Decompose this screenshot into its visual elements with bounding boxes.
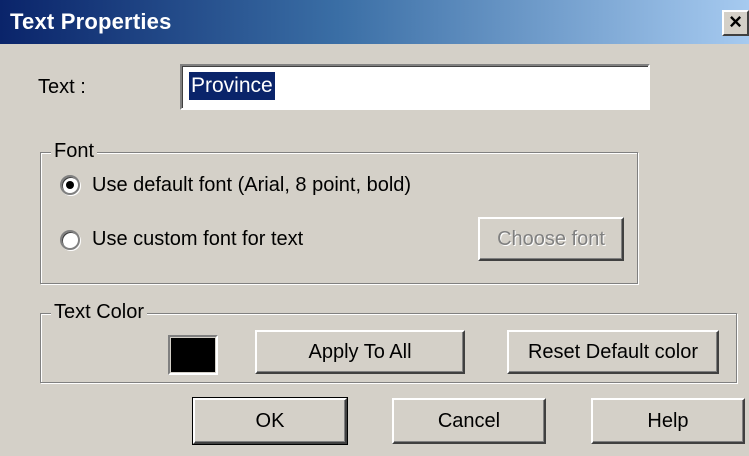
custom-font-radio[interactable]	[60, 230, 80, 250]
default-font-label[interactable]: Use default font (Arial, 8 point, bold)	[92, 174, 411, 197]
text-label: Text :	[38, 76, 86, 98]
dialog-title: Text Properties	[10, 9, 172, 34]
close-icon[interactable]: ×	[722, 10, 749, 36]
text-input[interactable]: Province	[180, 64, 650, 110]
text-input-value: Province	[189, 72, 275, 100]
color-swatch-fill	[171, 338, 215, 372]
title-bar[interactable]: Text Properties	[0, 0, 749, 44]
custom-font-label[interactable]: Use custom font for text	[92, 228, 303, 251]
reset-default-color-button[interactable]: Reset Default color	[507, 330, 719, 374]
ok-button[interactable]: OK	[192, 397, 348, 445]
apply-to-all-button[interactable]: Apply To All	[255, 330, 465, 374]
radio-selected-dot	[66, 181, 74, 189]
choose-font-button[interactable]: Choose font	[478, 217, 624, 261]
text-color-group-caption: Text Color	[51, 301, 148, 324]
font-group-caption: Font	[51, 140, 98, 163]
help-button[interactable]: Help	[591, 398, 745, 444]
color-swatch[interactable]	[168, 335, 218, 375]
default-font-radio[interactable]	[60, 175, 80, 195]
cancel-button[interactable]: Cancel	[392, 398, 546, 444]
text-properties-dialog: Text Properties × Text : Province Font U…	[0, 0, 749, 456]
